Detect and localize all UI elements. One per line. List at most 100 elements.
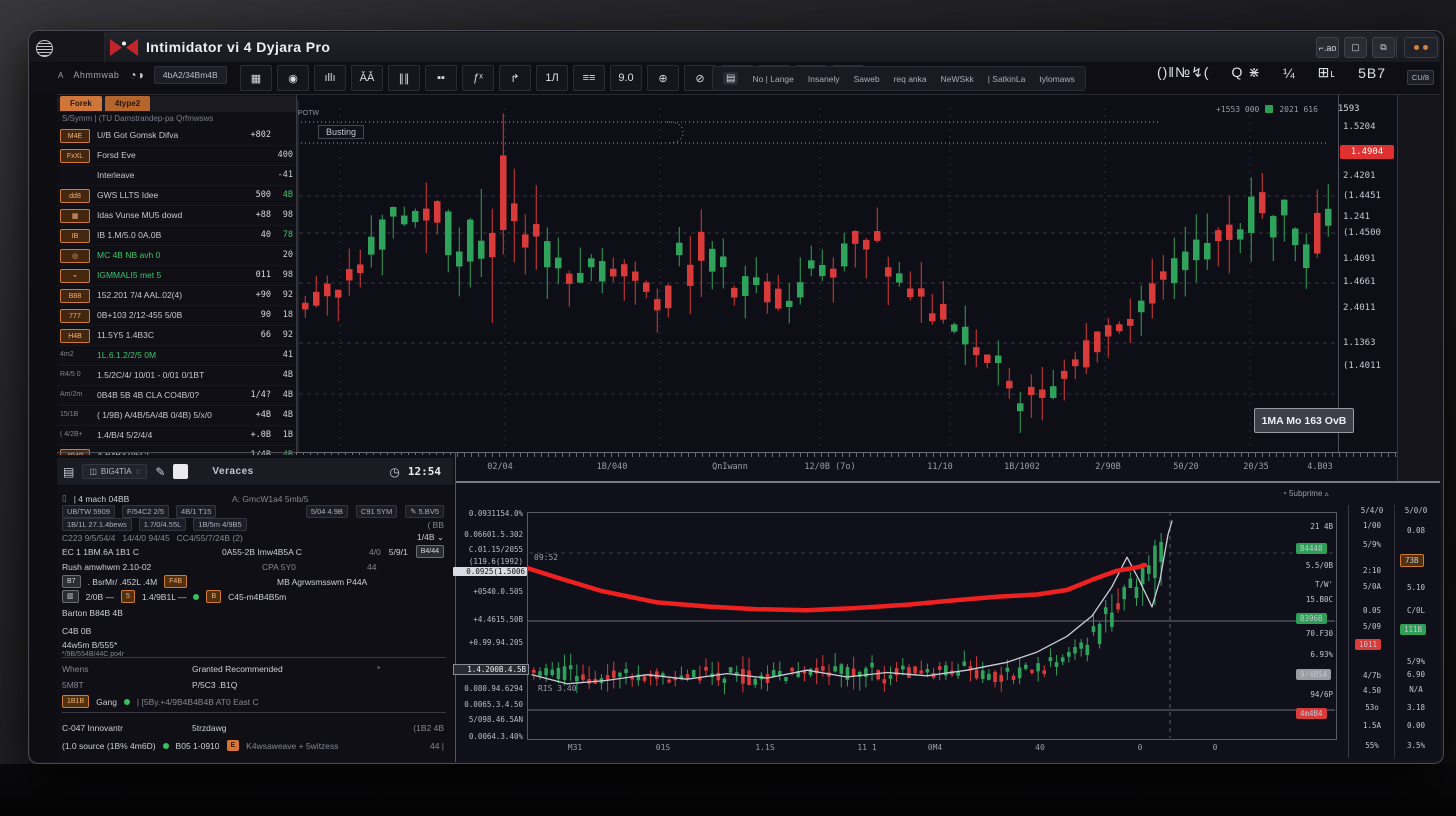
menu-item-3[interactable]: req anka [894, 74, 927, 84]
menu-item-1[interactable]: Insanely [808, 74, 840, 84]
table-row[interactable]: Am/2m0B4B 5B 4B CLA CO4B/0?1/4?4B [57, 386, 295, 406]
indicator-y-label: +0.99.94.205 [453, 638, 523, 647]
symbol-combobox[interactable]: 4bA2/34Bm4B [154, 66, 227, 84]
current-price-tag: 1.4904 [1340, 145, 1394, 159]
terminal-text: Gang [96, 697, 117, 707]
terminal-segment-box[interactable]: 5/04 4.9B [306, 505, 348, 518]
terminal-line: C223 9/5/54/414/4/0 94/45CC4/55/7/24B (2… [62, 531, 448, 544]
toolbar-glyph-cluster-4[interactable]: 5B7 [1358, 65, 1386, 81]
table-row[interactable]: dd8GWS LLTS Idee5004B [57, 186, 295, 206]
quote-value: 5/09 [1350, 622, 1394, 631]
symbol-badge-icon: ⌁ [60, 269, 90, 283]
desk-shadow [0, 764, 1456, 816]
window-button-1[interactable]: ▢ [1344, 37, 1367, 58]
terminal-line: C-047 Innovantr5trzdawg(1B2 4B [62, 721, 448, 734]
terminal-text: 5trzdawg [192, 723, 227, 733]
toolbar-glyph-cluster-1[interactable]: Q ⋇ [1231, 64, 1261, 81]
menu-item-2[interactable]: Saweb [854, 74, 880, 84]
scale-value: 6.93% [1263, 650, 1333, 659]
tool-button-0[interactable]: ▦ [240, 65, 272, 91]
market-watch-tab-0[interactable]: Forek [60, 96, 102, 111]
table-row[interactable]: 7770B+103 2/12-455 5/0B9018 [57, 306, 295, 326]
ma-indicator-button[interactable]: 1MA Mo 163 OvB [1254, 408, 1354, 433]
chart-corner-label: POTW [298, 110, 319, 117]
tool-button-8[interactable]: 1Л [536, 65, 568, 91]
close-button[interactable] [1404, 37, 1438, 58]
terminal-chip: E [227, 740, 240, 751]
market-watch-tab-1[interactable]: 4type2 [105, 96, 150, 111]
terminal-segment-box[interactable]: 1B/5m 4/9B5 [193, 518, 246, 531]
table-row[interactable]: FxXLForsd Eve400 [57, 146, 295, 166]
terminal-text: 0A55-2B Imw4B5A C [222, 547, 302, 557]
table-row[interactable]: ◎MC 4B NB avh 020 [57, 246, 295, 266]
y-axis-label: 1.4091 [1343, 254, 1376, 264]
toolbar-glyph-cluster-2[interactable]: ¼ [1283, 65, 1296, 81]
terminal-segment-box[interactable]: 4B/1 T15 [176, 505, 216, 518]
menu-item-4[interactable]: NeWSkk [941, 74, 974, 84]
tool-button-1[interactable]: ◉ [277, 65, 309, 91]
table-row[interactable]: R4/5 01.5/2C/4/ 10/01 - 0/01 0/1BT4B [57, 366, 295, 386]
terminal-segment-box[interactable]: ✎ 5.BV5 [405, 505, 444, 518]
market-watch-header: S/Symm | (TU Damstrandep-pa Qrfmwsws [62, 114, 292, 123]
tool-button-7[interactable]: ↱ [499, 65, 531, 91]
tool-button-10[interactable]: 9.0 [610, 65, 642, 91]
toolbar-glyph-cluster-3[interactable]: ⊞˪ [1318, 64, 1336, 81]
symbol-value-2: 4B [273, 370, 293, 380]
terminal-time: 12:54 [408, 465, 441, 478]
window-button-2[interactable]: ⧉ [1372, 37, 1395, 58]
tool-button-6[interactable]: ƒˣ [462, 65, 494, 91]
tiny-marker-icon: A [58, 71, 63, 80]
symbol-name: MC 4B NB avh 0 [97, 250, 229, 260]
terminal-segment-box[interactable]: 1B/1L 27.1.4bews [62, 518, 132, 531]
terminal-line: */9B/554B/44C po4r [62, 648, 448, 661]
menu-item-0[interactable]: No | Lange [752, 74, 793, 84]
terminal-segment-box[interactable]: UB/TW 5909 [62, 505, 115, 518]
annotation-label[interactable]: Busting [318, 125, 364, 139]
table-row[interactable]: ( 4/2B+1.4/B/4 5/2/4/4+.0B1B [57, 426, 295, 446]
tool-button-9[interactable]: ≡≡ [573, 65, 605, 91]
table-row[interactable]: ▦Idas Vunse MU5 dowd+8898 [57, 206, 295, 226]
table-row[interactable]: ⌁IGMMALI5 met 501198 [57, 266, 295, 286]
terminal-segment-box[interactable]: 1.7/0/4.55L [139, 518, 187, 531]
tool-button-11[interactable]: ⊕ [647, 65, 679, 91]
table-row[interactable]: H4B11.5Y5 1.4B3C6692 [57, 326, 295, 346]
terminal-mode-button[interactable]: ◫ BIG4TIA ◌ [82, 464, 147, 479]
terminal-line: EC 1 1BM.6A 1B1 C0A55-2B Imw4B5A C4/05/9… [62, 545, 448, 558]
symbol-prefix: ( 4/2B+ [60, 431, 94, 438]
symbol-name: U/B Got Gomsk Difva [97, 130, 229, 140]
terminal-segment-box[interactable]: C91 5YM [356, 505, 397, 518]
table-row[interactable]: Interleave-41 [57, 166, 295, 186]
terminal-segment-box[interactable]: F/54C2 2/5 [122, 505, 169, 518]
table-row[interactable]: B88152.201 7/4 AAL.02(4)+9092 [57, 286, 295, 306]
table-row[interactable]: 4m21L.6.1.2/2/5 0M41 [57, 346, 295, 366]
scale-value: 15.B0C [1263, 595, 1333, 604]
x-axis-label: 50/20 [1173, 462, 1199, 472]
tool-button-4[interactable]: ∥∥ [388, 65, 420, 91]
pen-icon[interactable]: ✎ [155, 465, 165, 479]
tool-button-2[interactable]: ıllı [314, 65, 346, 91]
table-row[interactable]: 15/1B( 1/9B) A/4B/5A/4B 0/4B) 5/x/0+4B4B [57, 406, 295, 426]
y-axis-label: 1.241 [1343, 212, 1370, 222]
symbol-name: 0B4B 5B 4B CLA CO4B/0? [97, 390, 229, 400]
symbol-badge-icon: ▦ [60, 209, 90, 223]
indicator-y-label: 1.4.200B.4.5B [453, 664, 529, 675]
table-row[interactable]: M4EU/B Got Gomsk Difva+802 [57, 126, 295, 146]
tool-button-3[interactable]: ǍǍ [351, 65, 383, 91]
divider [57, 452, 296, 453]
chart-legend: +1553 000 2021 616 1593 [1216, 104, 1360, 114]
symbol-name: Forsd Eve [97, 150, 229, 160]
menu-item-6[interactable]: tylomaws [1039, 74, 1074, 84]
panels-icon[interactable]: ▤ [63, 465, 74, 479]
symbol-badge-icon: B88 [60, 289, 90, 303]
quote-value: 1/00 [1350, 521, 1394, 530]
tool-button-5[interactable]: ▪▪ [425, 65, 457, 91]
y-axis-label: (1.4011 [1343, 361, 1381, 371]
toolbar-glyph-cluster-0[interactable]: ()‖№↯( [1157, 64, 1210, 81]
menu-item-5[interactable]: | SatkinLa [988, 74, 1026, 84]
window-button-0[interactable]: ⌐.ao [1316, 37, 1339, 58]
status-dot-icon [124, 699, 130, 705]
status-dot-icon [193, 594, 199, 600]
app-menu-icon[interactable] [36, 40, 53, 57]
table-row[interactable]: IBIB 1.M/5.0 0A.0B4078 [57, 226, 295, 246]
stop-button[interactable] [173, 464, 188, 479]
